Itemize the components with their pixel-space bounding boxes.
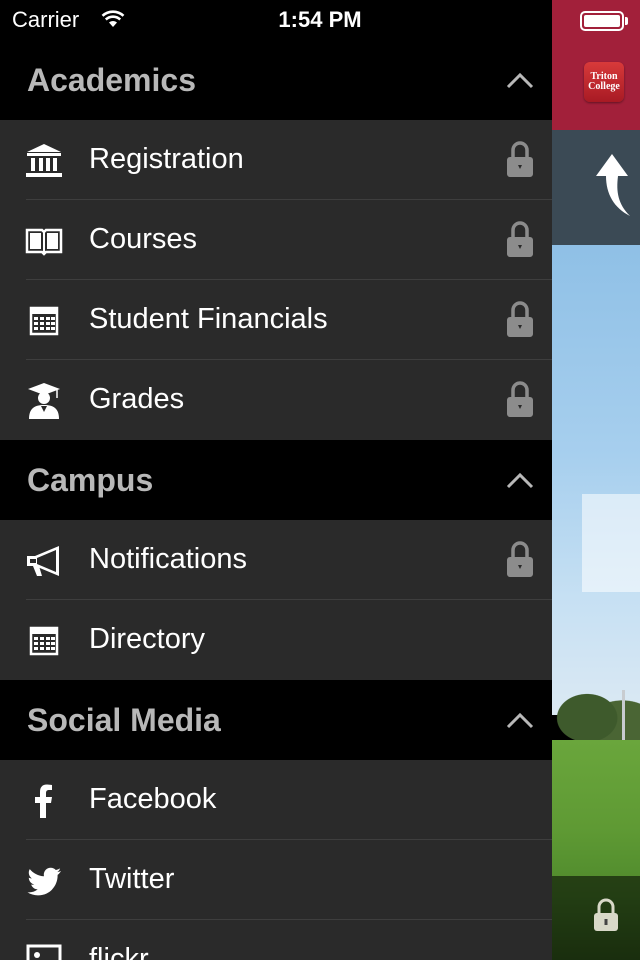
menu-item-label: Registration [89, 143, 244, 175]
section-header-campus[interactable]: Campus [0, 440, 552, 520]
menu-item-notifications[interactable]: Notifications [0, 520, 552, 600]
chevron-up-icon[interactable] [506, 471, 534, 489]
battery-icon [580, 11, 624, 31]
lock-icon [507, 541, 533, 577]
section-title: Academics [27, 62, 196, 98]
graduate-icon [28, 383, 60, 419]
chevron-up-icon[interactable] [506, 71, 534, 89]
image-icon [26, 944, 62, 960]
menu-item-student-financials[interactable]: Student Financials [0, 280, 552, 360]
campus-photo-sky [552, 245, 640, 715]
curved-arrow-icon[interactable] [590, 150, 634, 220]
section-header-academics[interactable]: Academics [0, 40, 552, 120]
battery-tip [625, 17, 628, 25]
menu-item-label: Student Financials [89, 303, 328, 335]
menu-item-grades[interactable]: Grades [0, 360, 552, 440]
twitter-icon [27, 867, 61, 896]
menu-item-label: Facebook [89, 783, 217, 815]
menu-item-courses[interactable]: Courses [0, 200, 552, 280]
menu-item-directory[interactable]: Directory [0, 600, 552, 680]
menu-item-label: Directory [89, 623, 206, 655]
calculator-icon [29, 626, 59, 656]
campus-photo-trees [552, 676, 640, 746]
menu-item-facebook[interactable]: Facebook [0, 760, 552, 840]
facebook-icon [35, 784, 52, 818]
menu-item-label: Grades [89, 383, 185, 415]
navigation-drawer: Academics Registration Courses Student F… [0, 0, 552, 960]
calculator-icon [29, 306, 59, 336]
logo-text-line2: College [588, 81, 620, 92]
photo-overlay-panel [582, 494, 640, 592]
campus-photo-pole [622, 690, 625, 745]
section-title: Campus [27, 462, 154, 498]
menu-item-label: Notifications [89, 543, 247, 575]
menu-item-label: Twitter [89, 863, 175, 895]
lock-icon [507, 221, 533, 257]
lock-icon [507, 301, 533, 337]
menu-item-label: flickr [89, 943, 149, 960]
menu-item-registration[interactable]: Registration [0, 120, 552, 200]
section-header-social-media[interactable]: Social Media [0, 680, 552, 760]
menu-item-twitter[interactable]: Twitter [0, 840, 552, 920]
book-icon [25, 228, 63, 256]
lock-icon [507, 141, 533, 177]
lock-icon [507, 381, 533, 417]
lock-icon[interactable] [593, 898, 619, 932]
chevron-up-icon[interactable] [506, 711, 534, 729]
status-bar: Carrier 1:54 PM [0, 0, 640, 40]
main-content-peek[interactable]: Triton College [552, 0, 640, 960]
bank-icon [26, 144, 62, 177]
menu-item-flickr[interactable]: flickr [0, 920, 552, 960]
megaphone-icon [27, 546, 59, 576]
triton-college-logo: Triton College [584, 62, 624, 102]
menu-item-label: Courses [89, 223, 197, 255]
section-title: Social Media [27, 702, 221, 738]
status-time: 1:54 PM [278, 7, 362, 32]
